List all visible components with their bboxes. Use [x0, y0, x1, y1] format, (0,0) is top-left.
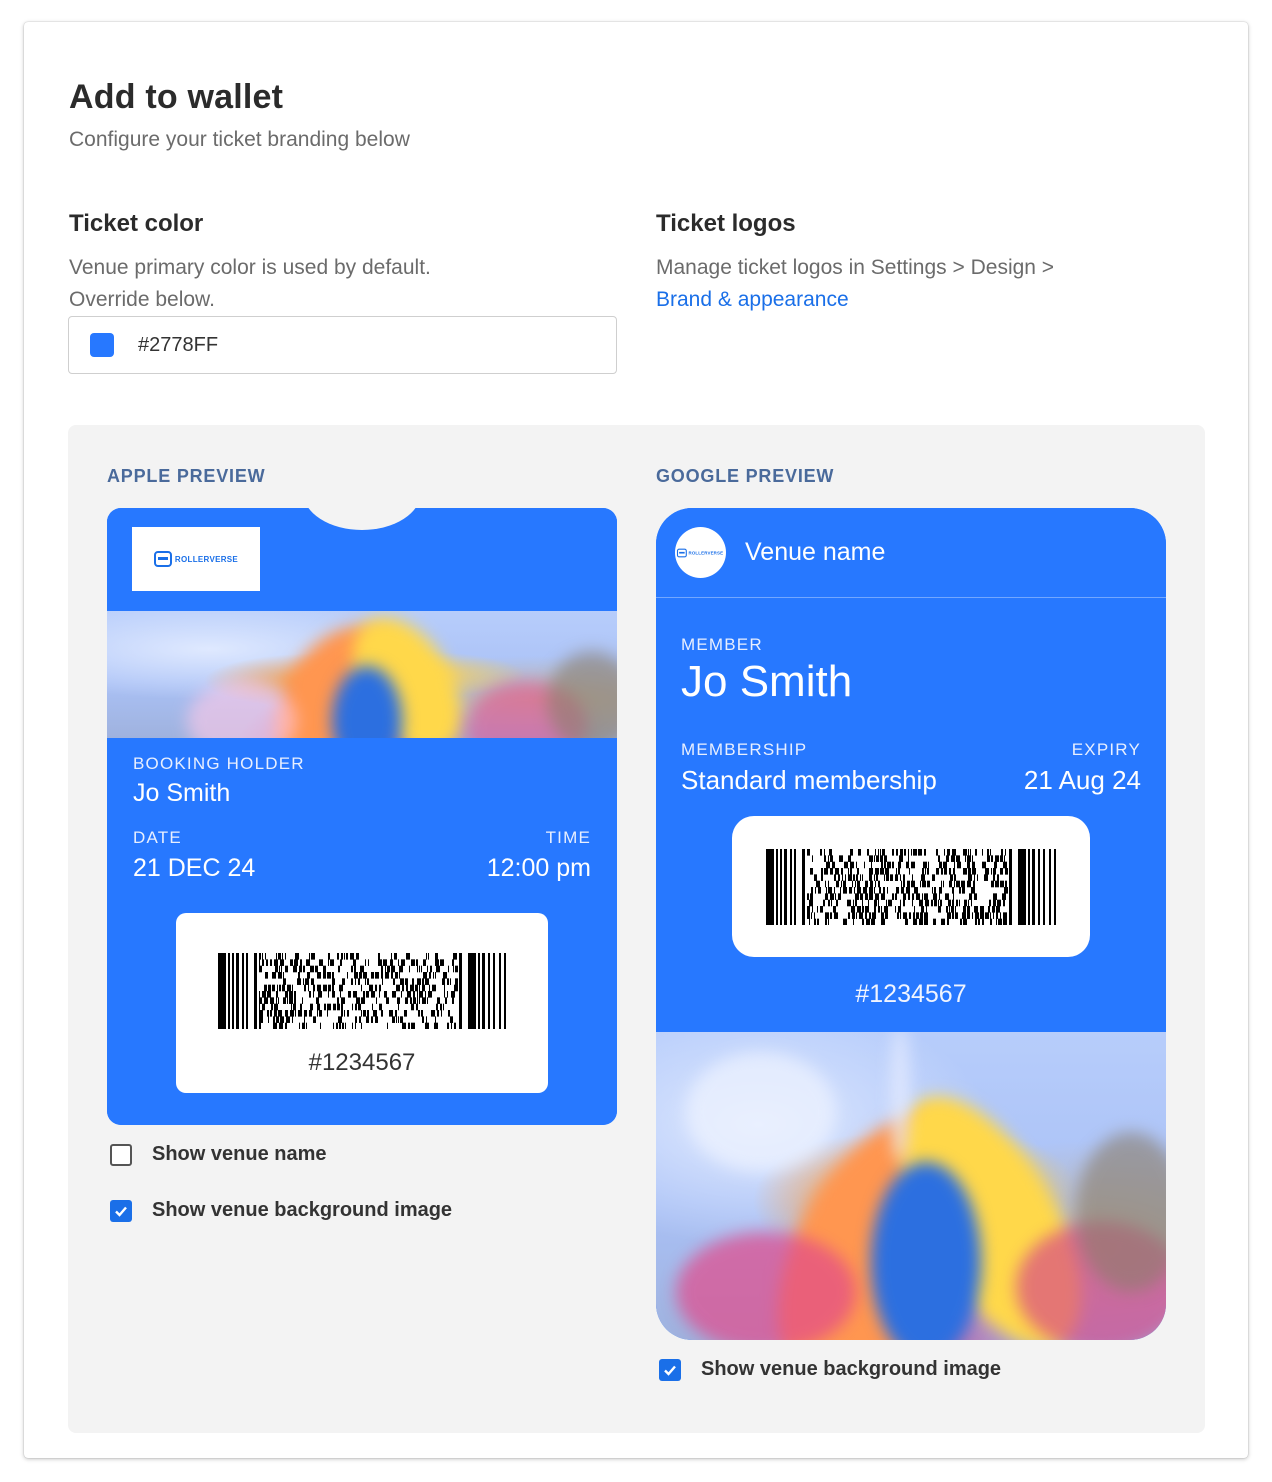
ticket-color-input[interactable]: #2778FF [68, 316, 617, 374]
barcode-container: #1234567 [176, 913, 548, 1093]
logo-text: ROLLERVERSE [688, 550, 724, 555]
apple-pass-body: BOOKING HOLDER Jo Smith DATE 21 DEC 24 T… [107, 738, 617, 1125]
google-show-background-label[interactable]: Show venue background image [701, 1358, 1001, 1381]
google-wallet-pass: ROLLERVERSE Venue name MEMBER Jo Smith M… [656, 508, 1166, 1340]
show-venue-name-checkbox[interactable] [110, 1143, 132, 1166]
venue-logo: ROLLERVERSE [675, 527, 726, 578]
member-label: MEMBER [681, 635, 763, 654]
venue-name: Venue name [745, 538, 886, 566]
expiry-value: 21 Aug 24 [1023, 765, 1141, 795]
logo-text: ROLLERVERSE [174, 554, 239, 564]
barcode-number: #1234567 [308, 1049, 416, 1076]
member-value: Jo Smith [681, 657, 853, 706]
show-venue-name-option[interactable]: Show venue name [110, 1143, 327, 1166]
apple-show-background-option[interactable]: Show venue background image [110, 1199, 452, 1222]
membership-value: Standard membership [681, 765, 937, 795]
venue-background-image [107, 611, 617, 738]
pass-notch [303, 508, 421, 530]
ticket-color-desc-line1: Venue primary color is used by default. [69, 256, 431, 279]
show-venue-name-label[interactable]: Show venue name [152, 1143, 327, 1166]
time-value: 12:00 pm [486, 854, 591, 882]
brand-appearance-link[interactable]: Brand & appearance [656, 284, 1054, 316]
ticket-logos-desc: Manage ticket logos in Settings > Design… [656, 256, 1055, 279]
color-swatch[interactable] [90, 333, 114, 357]
google-show-background-option[interactable]: Show venue background image [659, 1358, 1001, 1381]
google-pass-body: MEMBER Jo Smith MEMBERSHIP Standard memb… [656, 599, 1166, 1032]
ticket-logos-description: Manage ticket logos in Settings > Design… [656, 252, 1054, 316]
expiry-label: EXPIRY [1071, 740, 1141, 759]
venue-background-image [656, 1032, 1166, 1340]
time-label: TIME [545, 828, 591, 847]
barcode-container [732, 816, 1090, 957]
barcode-number: #1234567 [855, 980, 967, 1008]
ticket-color-value[interactable]: #2778FF [138, 334, 218, 357]
rollerverse-logo-icon [153, 551, 172, 567]
google-preview-label: GOOGLE PREVIEW [656, 466, 835, 486]
ticket-color-heading: Ticket color [69, 210, 204, 237]
page-subtitle: Configure your ticket branding below [69, 128, 410, 151]
ticket-color-description: Venue primary color is used by default. … [69, 252, 431, 316]
booking-holder-label: BOOKING HOLDER [133, 754, 305, 773]
apple-pass-header: ROLLERVERSE [107, 508, 617, 611]
booking-holder-value: Jo Smith [133, 779, 231, 807]
ticket-color-desc-line2: Override below. [69, 288, 215, 311]
google-pass-header: ROLLERVERSE Venue name [656, 508, 1166, 598]
ticket-logos-heading: Ticket logos [656, 210, 796, 237]
venue-logo: ROLLERVERSE [132, 527, 260, 591]
apple-show-background-checkbox[interactable] [110, 1199, 132, 1222]
add-to-wallet-card: Add to wallet Configure your ticket bran… [24, 22, 1248, 1458]
rollerverse-logo-icon [677, 548, 688, 557]
google-show-background-checkbox[interactable] [659, 1358, 681, 1381]
page-title: Add to wallet [69, 78, 284, 116]
barcode-image [766, 849, 1056, 925]
apple-wallet-pass: ROLLERVERSE BOOKING HOLDER Jo Smith DATE… [107, 508, 617, 1125]
membership-label: MEMBERSHIP [681, 740, 808, 759]
preview-panel: APPLE PREVIEW GOOGLE PREVIEW ROLLERVERSE [68, 425, 1205, 1433]
date-label: DATE [133, 828, 182, 847]
apple-preview-label: APPLE PREVIEW [107, 466, 266, 486]
date-value: 21 DEC 24 [133, 854, 256, 882]
apple-show-background-label[interactable]: Show venue background image [152, 1199, 452, 1222]
barcode-image [218, 953, 506, 1029]
